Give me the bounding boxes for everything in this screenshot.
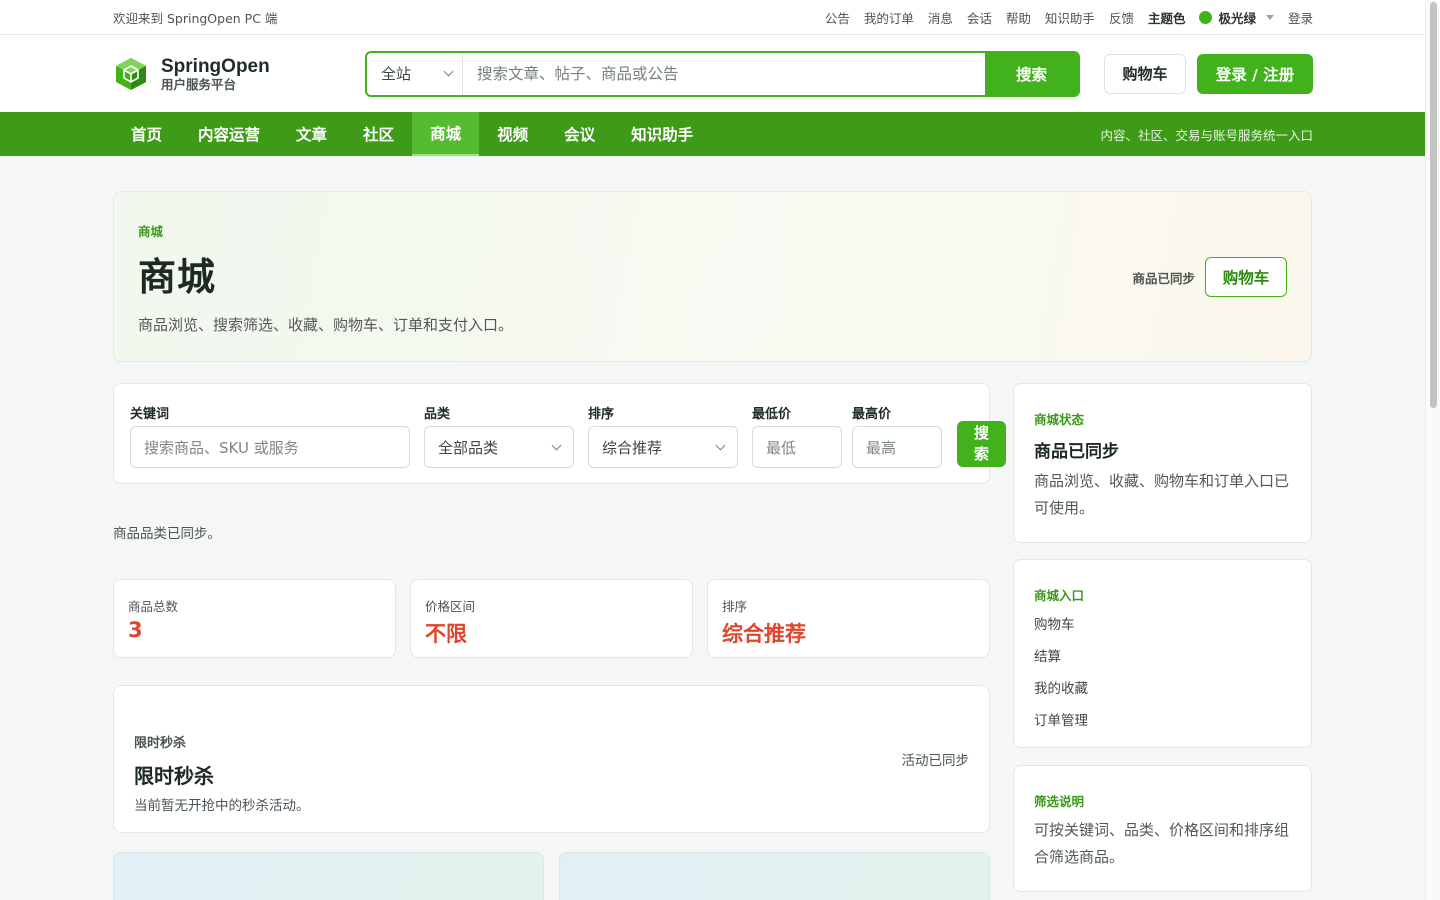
top-utility-bar: 欢迎来到 SpringOpen PC 端 公告 我的订单 消息 会话 帮助 知识…	[0, 0, 1440, 35]
theme-picker[interactable]: 极光绿	[1199, 8, 1274, 27]
filter-help-card: 筛选说明 可按关键词、品类、价格区间和排序组合筛选商品。	[1013, 765, 1312, 892]
help-text: 可按关键词、品类、价格区间和排序组合筛选商品。	[1034, 821, 1290, 866]
caret-down-icon	[1265, 15, 1274, 20]
max-price-label: 最高价	[852, 407, 892, 422]
filter-search-char-2: 索	[973, 445, 989, 463]
stat-card-total: 商品总数 3	[113, 579, 396, 658]
stat-value: 3	[128, 618, 143, 642]
help-kicker: 筛选说明	[1034, 794, 1085, 809]
status-kicker: 商城状态	[1034, 412, 1085, 427]
flash-sale-card: 限时秒杀 限时秒杀 当前暂无开抢中的秒杀活动。 活动已同步	[113, 685, 990, 833]
sort-label: 排序	[588, 407, 615, 422]
theme-value: 极光绿	[1218, 11, 1256, 26]
nav-item-community[interactable]: 社区	[345, 112, 412, 156]
nav-item-knowledge[interactable]: 知识助手	[613, 112, 711, 156]
page-scrollbar[interactable]	[1425, 0, 1440, 900]
nav-item-meetings[interactable]: 会议	[546, 112, 613, 156]
header-cart-button[interactable]: 购物车	[1104, 53, 1186, 94]
stat-value: 综合推荐	[722, 622, 806, 646]
flash-sale-title: 限时秒杀	[134, 764, 214, 788]
link-feedback[interactable]: 反馈	[1109, 8, 1134, 27]
hero-kicker: 商城	[138, 224, 164, 239]
mall-hero: 商城 商城 商品浏览、搜索筛选、收藏、购物车、订单和支付入口。 商品已同步 购物…	[113, 191, 1312, 362]
filter-search-button[interactable]: 搜 索	[957, 421, 1006, 467]
link-announcements[interactable]: 公告	[825, 8, 850, 27]
product-filter-card: 关键词 搜索商品、SKU 或服务 品类 全部品类 排序 综合推荐 最低价 最低 …	[113, 383, 1006, 484]
chevron-down-icon	[715, 440, 726, 450]
stat-card-price-range: 价格区间 不限	[410, 579, 693, 658]
min-price-label: 最低价	[752, 407, 792, 422]
nav-item-video[interactable]: 视频	[479, 112, 546, 156]
search-scope-select[interactable]: 全站	[367, 52, 463, 95]
category-select[interactable]: 全部品类	[424, 426, 574, 468]
hero-description: 商品浏览、搜索筛选、收藏、购物车、订单和支付入口。	[138, 316, 514, 334]
stat-label: 价格区间	[425, 599, 476, 614]
entry-link-cart[interactable]: 购物车	[1034, 613, 1075, 633]
flash-sale-description: 当前暂无开抢中的秒杀活动。	[134, 798, 310, 814]
link-conversations[interactable]: 会话	[967, 8, 992, 27]
chevron-down-icon	[551, 440, 562, 450]
page-title: 商城	[138, 255, 217, 299]
link-help[interactable]: 帮助	[1006, 8, 1031, 27]
status-title: 商品已同步	[1034, 442, 1119, 462]
stat-label: 排序	[722, 599, 748, 614]
hero-sync-status: 商品已同步	[1132, 270, 1195, 286]
main-nav: 首页 内容运营 文章 社区 商城 视频 会议 知识助手 内容、社区、交易与账号服…	[0, 112, 1440, 156]
mall-status-card: 商城状态 商品已同步 商品浏览、收藏、购物车和订单入口已可使用。	[1013, 383, 1312, 543]
brand-subtitle: 用户服务平台	[161, 76, 237, 92]
scrollbar-thumb[interactable]	[1430, 2, 1437, 408]
brand-logo[interactable]: SpringOpen 用户服务平台	[113, 56, 365, 92]
category-sync-text: 商品品类已同步。	[113, 526, 221, 542]
link-login[interactable]: 登录	[1288, 8, 1313, 27]
stat-value: 不限	[425, 622, 467, 646]
entry-link-orders[interactable]: 订单管理	[1034, 709, 1088, 729]
site-header: SpringOpen 用户服务平台 全站 搜索 购物车 登录 / 注册	[0, 35, 1440, 112]
link-knowledge-assistant[interactable]: 知识助手	[1045, 8, 1095, 27]
nav-item-articles[interactable]: 文章	[278, 112, 345, 156]
link-my-orders[interactable]: 我的订单	[864, 8, 914, 27]
entry-kicker: 商城入口	[1034, 588, 1085, 603]
stat-label: 商品总数	[128, 599, 179, 614]
theme-label: 主题色	[1147, 11, 1186, 26]
chevron-down-icon	[443, 66, 454, 77]
global-search-button[interactable]: 搜索	[985, 52, 1078, 95]
stat-card-sort: 排序 综合推荐	[707, 579, 990, 658]
nav-item-content-ops[interactable]: 内容运营	[180, 112, 278, 156]
search-scope-value: 全站	[381, 65, 412, 83]
hero-cart-button[interactable]: 购物车	[1205, 257, 1287, 297]
login-register-button[interactable]: 登录 / 注册	[1197, 53, 1313, 94]
nav-tagline: 内容、社区、交易与账号服务统一入口	[1100, 127, 1313, 143]
top-links: 公告 我的订单 消息 会话 帮助 知识助手 反馈 主题色 极光绿 登录	[825, 8, 1313, 27]
min-price-input[interactable]: 最低	[752, 426, 842, 468]
category-label: 品类	[424, 407, 451, 422]
sort-value: 综合推荐	[602, 438, 663, 457]
global-search: 全站 搜索	[365, 50, 1080, 97]
mall-entry-card: 商城入口 购物车 结算 我的收藏 订单管理	[1013, 559, 1312, 748]
entry-link-favorites[interactable]: 我的收藏	[1034, 677, 1088, 697]
welcome-text: 欢迎来到 SpringOpen PC 端	[113, 11, 278, 26]
flash-sale-status: 活动已同步	[901, 753, 970, 769]
brand-name: SpringOpen	[161, 55, 270, 77]
nav-item-home[interactable]: 首页	[113, 112, 180, 156]
keyword-input[interactable]: 搜索商品、SKU 或服务	[130, 426, 410, 468]
cube-logo-icon	[116, 57, 146, 90]
keyword-label: 关键词	[130, 407, 170, 422]
max-price-input[interactable]: 最高	[852, 426, 942, 468]
category-value: 全部品类	[438, 438, 499, 457]
product-card[interactable]	[559, 852, 990, 900]
product-card[interactable]	[113, 852, 544, 900]
nav-item-mall[interactable]: 商城	[412, 112, 480, 156]
entry-link-checkout[interactable]: 结算	[1034, 645, 1061, 665]
global-search-input[interactable]	[463, 52, 985, 95]
link-messages[interactable]: 消息	[928, 8, 953, 27]
sort-select[interactable]: 综合推荐	[588, 426, 738, 468]
status-text: 商品浏览、收藏、购物车和订单入口已可使用。	[1034, 472, 1290, 517]
filter-search-char-1: 搜	[973, 424, 989, 442]
flash-sale-kicker: 限时秒杀	[134, 736, 187, 751]
theme-color-swatch	[1199, 11, 1213, 24]
